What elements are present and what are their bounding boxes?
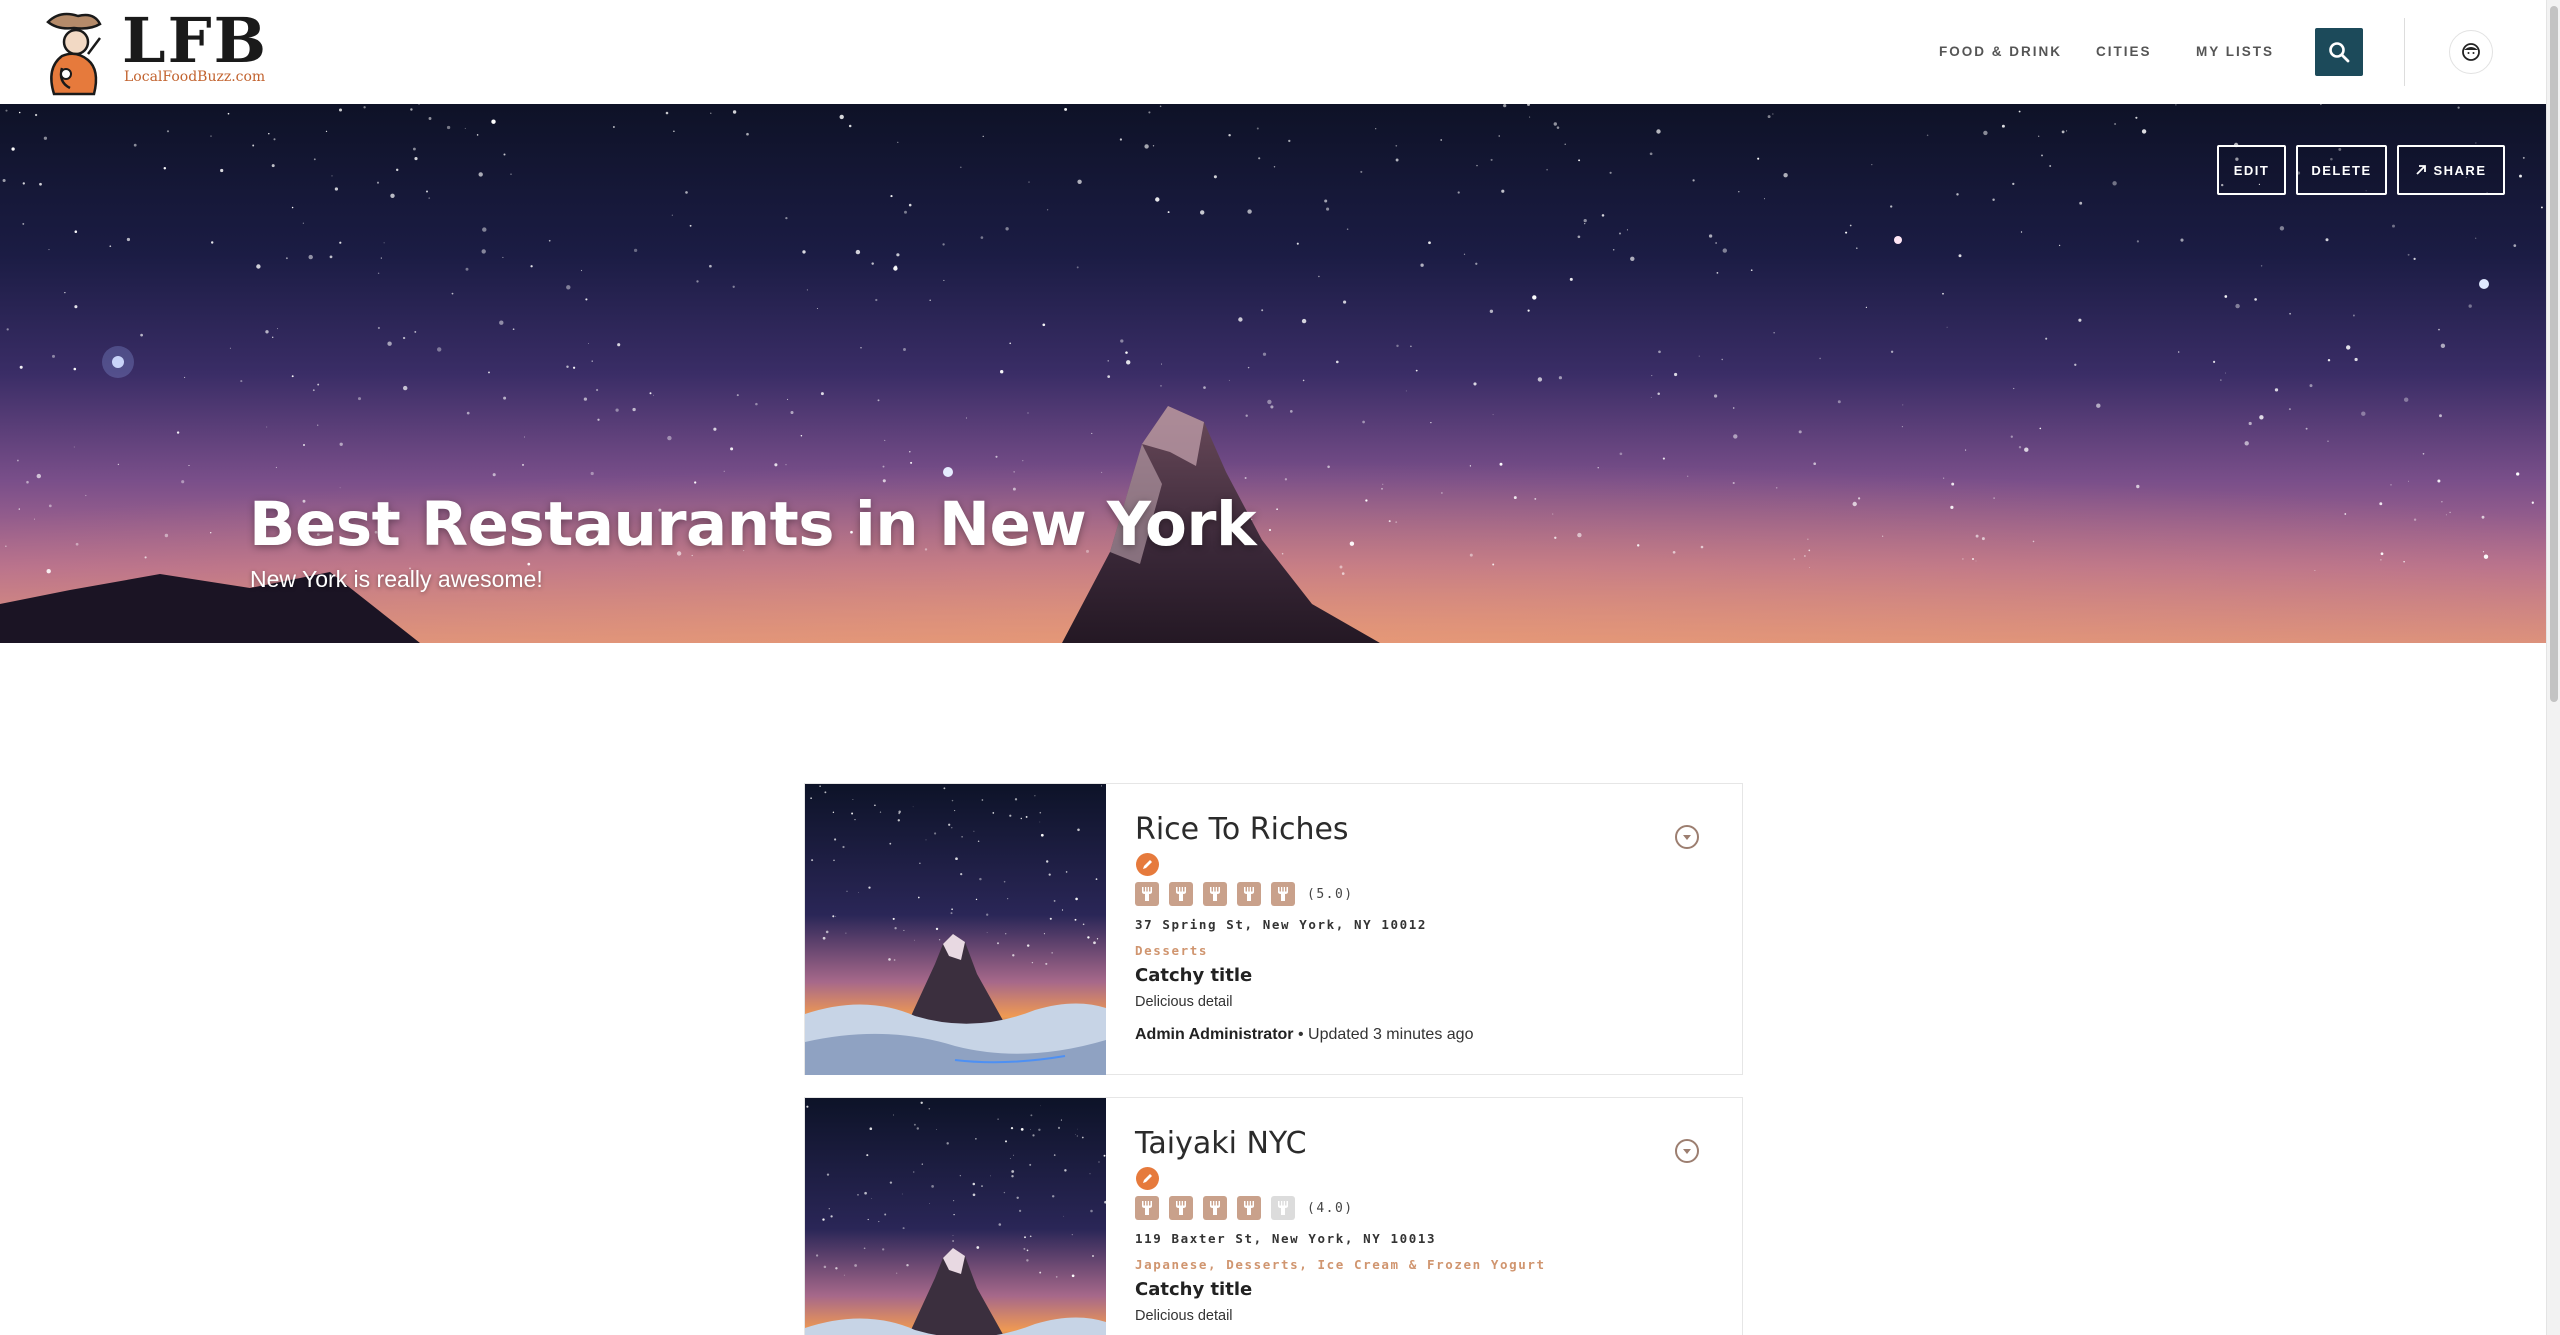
fork-rating-icon	[1271, 1196, 1295, 1220]
share-button[interactable]: SHARE	[2397, 145, 2505, 195]
hero-banner: Best Restaurants in New York New York is…	[0, 104, 2546, 643]
thumbnail-image	[805, 1098, 1106, 1335]
fork-rating-icon	[1271, 882, 1295, 906]
restaurant-categories[interactable]: Japanese, Desserts, Ice Cream & Frozen Y…	[1135, 1257, 1546, 1272]
restaurant-card[interactable]: Taiyaki NYC (4.0) 119 Baxter St, New Yor…	[804, 1097, 1743, 1335]
card-menu-toggle[interactable]	[1675, 1139, 1699, 1163]
scrollbar-thumb[interactable]	[2550, 6, 2558, 702]
fork-rating-icon	[1237, 1196, 1261, 1220]
card-menu-toggle[interactable]	[1675, 825, 1699, 849]
author-name[interactable]: Admin Administrator	[1135, 1026, 1294, 1043]
fork-rating-icon	[1203, 882, 1227, 906]
logo-subtitle: LocalFoodBuzz.com	[124, 69, 266, 85]
edit-pencil-icon[interactable]	[1136, 1167, 1159, 1190]
site-logo[interactable]: LFB LocalFoodBuzz.com	[40, 8, 266, 98]
thumbnail-image	[805, 784, 1106, 1075]
edit-pencil-icon[interactable]	[1136, 853, 1159, 876]
restaurant-address: 119 Baxter St, New York, NY 10013	[1135, 1231, 1437, 1246]
restaurant-address: 37 Spring St, New York, NY 10012	[1135, 917, 1428, 932]
restaurant-card[interactable]: Rice To Riches (5.0) 37 Spring St, New Y…	[804, 783, 1743, 1075]
fork-rating-icon	[1135, 882, 1159, 906]
catchy-title: Catchy title	[1135, 1279, 1253, 1300]
catchy-title: Catchy title	[1135, 965, 1253, 986]
edit-button[interactable]: EDIT	[2217, 145, 2286, 195]
author-meta: Admin Administrator • Updated 3 minutes …	[1135, 1026, 1473, 1044]
user-avatar-icon	[2462, 43, 2480, 61]
restaurant-detail: Delicious detail	[1135, 1308, 1233, 1324]
nav-my-lists[interactable]: MY LISTS	[2196, 44, 2274, 59]
delete-button[interactable]: DELETE	[2296, 145, 2387, 195]
share-arrow-icon	[2416, 165, 2427, 175]
list-subtitle: New York is really awesome!	[250, 566, 543, 592]
pencil-glyph	[1143, 860, 1152, 869]
fork-rating: (4.0)	[1135, 1196, 1354, 1220]
fork-rating-icon	[1169, 882, 1193, 906]
page-scrollbar[interactable]	[2546, 0, 2560, 1335]
restaurant-name[interactable]: Rice To Riches	[1135, 812, 1349, 847]
logo-wordmark: LFB	[122, 4, 269, 77]
fork-rating: (5.0)	[1135, 882, 1354, 906]
user-avatar-button[interactable]	[2449, 30, 2493, 74]
hero-background-image	[0, 104, 2546, 643]
restaurant-name[interactable]: Taiyaki NYC	[1135, 1126, 1307, 1161]
top-navigation-bar: LFB LocalFoodBuzz.com FOOD & DRINK CITIE…	[0, 0, 2546, 104]
list-title: Best Restaurants in New York	[249, 489, 1257, 560]
restaurant-detail: Delicious detail	[1135, 994, 1233, 1010]
fork-rating-icon	[1237, 882, 1261, 906]
restaurant-thumbnail[interactable]	[805, 1098, 1106, 1335]
chevron-down-icon	[1683, 834, 1691, 840]
pencil-glyph	[1143, 1174, 1152, 1183]
fork-rating-icon	[1135, 1196, 1159, 1220]
share-button-label: SHARE	[2433, 162, 2487, 178]
updated-time: • Updated 3 minutes ago	[1293, 1026, 1474, 1043]
restaurant-thumbnail[interactable]	[805, 784, 1106, 1075]
nav-cities[interactable]: CITIES	[2096, 44, 2152, 59]
nav-food-drink[interactable]: FOOD & DRINK	[1939, 44, 2062, 59]
rating-value: (5.0)	[1307, 886, 1354, 902]
fork-rating-icon	[1169, 1196, 1193, 1220]
fork-rating-icon	[1203, 1196, 1227, 1220]
search-icon	[2329, 42, 2350, 63]
header-divider	[2404, 18, 2405, 86]
rating-value: (4.0)	[1307, 1200, 1354, 1216]
search-button[interactable]	[2315, 28, 2363, 76]
chevron-down-icon	[1683, 1148, 1691, 1154]
restaurant-categories[interactable]: Desserts	[1135, 943, 1208, 958]
chef-logo-icon	[46, 12, 102, 96]
